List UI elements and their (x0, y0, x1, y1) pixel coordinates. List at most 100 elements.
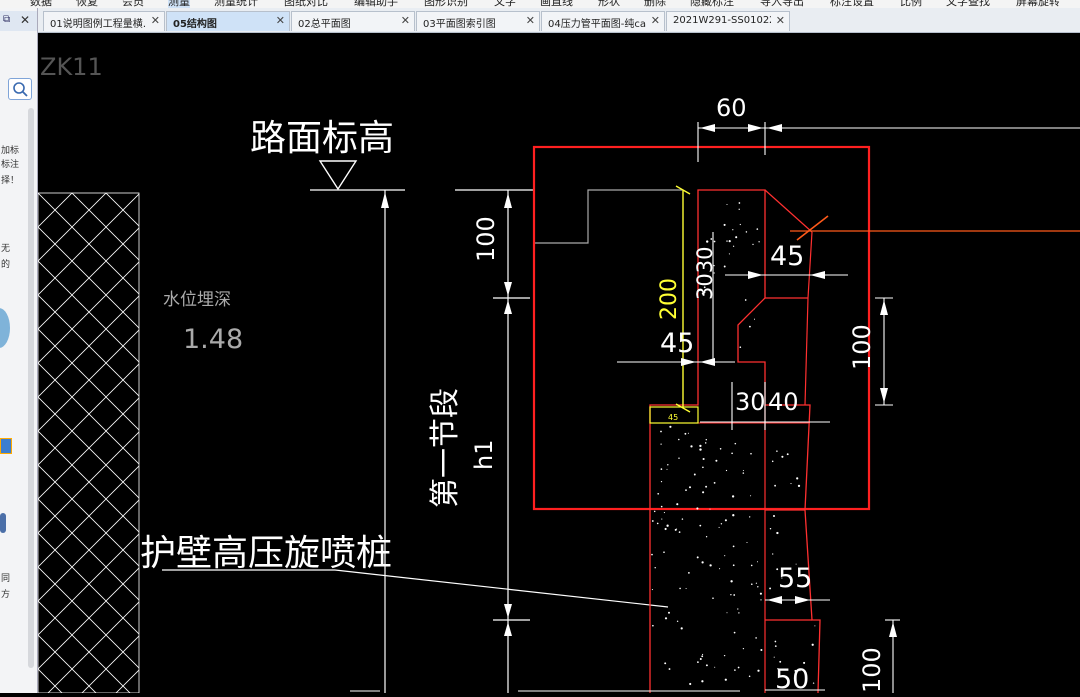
speckle (731, 452, 733, 455)
menu-item[interactable]: 恢复 (76, 0, 98, 8)
speckle (704, 442, 707, 444)
speckle (759, 592, 762, 595)
speckle (696, 556, 699, 559)
drawing-tab-bar: 01说明图例工程量横… ✕ 05结构图 ✕ 02总平面图 ✕ 03平面图索引图 ✕ 04压力管平… (0, 8, 1080, 33)
menu-item[interactable]: 屏幕旋转 (1016, 0, 1060, 8)
speckle (705, 536, 708, 538)
menu-item[interactable]: 文字查找 (946, 0, 990, 8)
ground-line (535, 189, 682, 244)
menu-item[interactable]: 标注设置 (830, 0, 874, 8)
speckle (720, 523, 723, 525)
cad-drawing-canvas[interactable]: ZK11 路面标高 水位埋深 1.48 护壁高压旋喷桩 第一节段 h1 100 … (37, 33, 1080, 695)
speckle (652, 624, 654, 627)
tab-drawing[interactable]: 03平面图索引图 ✕ (416, 11, 540, 31)
search-icon[interactable] (8, 78, 32, 100)
speckle (684, 432, 687, 435)
menu-item[interactable]: 测量统计 (214, 0, 258, 8)
speckle (680, 627, 683, 630)
speckle (687, 432, 689, 434)
speckle (755, 582, 758, 584)
image-icon (0, 438, 12, 454)
speckle (753, 318, 756, 320)
speckle (702, 653, 704, 656)
tab-drawing[interactable]: 01说明图例工程量横… ✕ (43, 11, 165, 31)
speckle (750, 452, 752, 455)
close-icon[interactable]: ✕ (276, 14, 285, 27)
h1-label: h1 (470, 440, 498, 470)
close-icon[interactable]: ✕ (401, 14, 410, 27)
close-icon[interactable]: ✕ (651, 14, 660, 27)
speckle (706, 240, 709, 243)
speckle (699, 444, 702, 448)
panel-text-fragment: 择！ (1, 176, 20, 186)
speckle (685, 587, 687, 590)
tab-drawing[interactable]: 04压力管平面图-纯cad ✕ (541, 11, 665, 31)
speckle (731, 495, 735, 498)
speckle (814, 625, 816, 627)
speckle (688, 486, 692, 489)
speckle (797, 484, 801, 488)
speckle (666, 468, 668, 470)
panel-header: ⧉ ✕ (0, 11, 37, 31)
speckle (713, 240, 716, 243)
road-elevation-label: 路面标高 (250, 118, 394, 159)
speckle (726, 612, 728, 614)
speckle (664, 662, 667, 665)
menu-item[interactable]: 删除 (644, 0, 666, 8)
menu-item[interactable]: 编辑助手 (354, 0, 398, 8)
speckle (726, 203, 728, 206)
speckle (702, 491, 705, 494)
speckle (756, 561, 759, 563)
speckle (725, 469, 728, 472)
speckle (728, 240, 731, 243)
speckle (705, 664, 708, 667)
speckle (723, 654, 726, 657)
speckle (750, 564, 753, 567)
menu-item[interactable]: 比例 (900, 0, 922, 8)
menu-item[interactable]: 画直线 (540, 0, 573, 8)
menu-item[interactable]: 图纸对比 (284, 0, 328, 8)
menu-item[interactable]: 文字 (494, 0, 516, 8)
close-icon[interactable]: ✕ (151, 14, 160, 27)
restore-icon[interactable]: ⧉ (3, 14, 10, 25)
menu-item[interactable]: 导入导出 (760, 0, 804, 8)
speckle (723, 265, 726, 268)
panel-text-fragment: 加标 (1, 146, 20, 156)
speckle (734, 669, 736, 671)
menu-item[interactable]: 测量 (168, 0, 190, 8)
water-depth-label: 水位埋深 (163, 290, 231, 310)
speckle (654, 567, 656, 569)
tab-drawing[interactable]: 02总平面图 ✕ (291, 11, 415, 31)
speckle (776, 450, 778, 452)
speckle (769, 587, 772, 590)
close-icon[interactable]: ✕ (20, 13, 30, 27)
tab-label: 05结构图 (173, 19, 217, 30)
speckle (739, 223, 741, 226)
speckle (666, 524, 669, 527)
speckle (728, 253, 730, 255)
menu-item[interactable]: 数据 (30, 0, 52, 8)
menu-item[interactable]: 会员 (122, 0, 144, 8)
speckle (742, 648, 745, 650)
speckle (651, 520, 654, 522)
speckle (781, 455, 784, 458)
speckle (676, 528, 678, 530)
speckle (735, 236, 738, 239)
panel-scrollbar[interactable] (28, 108, 34, 668)
drawing-id-label: ZK11 (40, 53, 103, 81)
menu-item[interactable]: 隐藏标注 (690, 0, 734, 8)
speckle (709, 564, 712, 567)
speckle (774, 484, 776, 487)
app-logo-circle (0, 308, 10, 348)
speckle (663, 551, 665, 553)
speckle (744, 299, 747, 301)
close-icon[interactable]: ✕ (526, 14, 535, 27)
speckle (738, 202, 741, 204)
menu-item[interactable]: 图形识别 (424, 0, 468, 8)
dim-100-bottom: 100 (858, 647, 886, 693)
menu-item[interactable]: 形状 (598, 0, 620, 8)
speckle (774, 640, 777, 643)
close-icon[interactable]: ✕ (776, 14, 785, 27)
tab-drawing[interactable]: 05结构图 ✕ (166, 11, 290, 31)
tab-drawing[interactable]: 2021W291-SS010226-J… ✕ (666, 11, 790, 31)
